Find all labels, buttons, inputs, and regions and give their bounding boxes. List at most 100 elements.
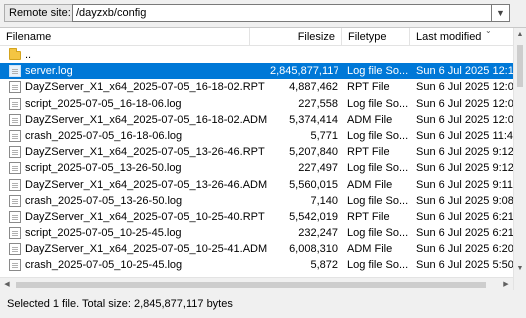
file-name-cell: crash_2025-07-05_10-25-45.log (25, 259, 183, 272)
status-text: Selected 1 file. Total size: 2,845,877,1… (7, 298, 233, 310)
remote-site-bar: Remote site: ▼ (0, 0, 526, 26)
sort-indicator-icon: ⌄ (485, 27, 492, 35)
file-icon (9, 227, 21, 240)
file-icon (9, 178, 21, 191)
column-header-last-modified[interactable]: Last modified (410, 28, 513, 46)
table-row[interactable]: DayZServer_X1_x64_2025-07-05_10-25-40.RP… (0, 209, 516, 225)
scroll-left-arrow-icon[interactable]: ◀ (0, 278, 14, 290)
table-row[interactable]: DayZServer_X1_x64_2025-07-05_13-26-46.RP… (0, 144, 516, 160)
file-type-cell: Log file So... (347, 65, 409, 78)
file-icon (9, 210, 21, 223)
file-modified-cell: Sun 6 Jul 2025 12:10:0 (416, 65, 516, 78)
table-row[interactable]: DayZServer_X1_x64_2025-07-05_16-18-02.AD… (0, 112, 516, 128)
table-row[interactable]: .. (0, 47, 513, 63)
table-row[interactable]: script_2025-07-05_10-25-45.log 232,247 Log… (0, 225, 516, 241)
file-size-cell: 2,845,877,117 (270, 65, 338, 78)
status-bar: Selected 1 file. Total size: 2,845,877,1… (0, 292, 526, 318)
column-header-filename[interactable]: Filename (0, 28, 250, 46)
file-type-cell: RPT File (347, 81, 390, 94)
file-name-cell: script_2025-07-05_10-25-45.log (25, 227, 182, 240)
file-size-cell: 6,008,310 (289, 243, 338, 256)
table-row[interactable]: server.log 2,845,877,117 Log file So... Sun… (0, 63, 516, 80)
file-type-cell: Log file So... (347, 194, 409, 207)
file-icon (9, 259, 21, 272)
table-row[interactable]: script_2025-07-05_13-26-50.log 227,497 Log… (0, 160, 516, 176)
file-icon (9, 162, 21, 175)
file-name-cell: .. (25, 49, 32, 61)
file-type-cell: Log file So... (347, 97, 409, 110)
file-modified-cell: Sun 6 Jul 2025 9:12:51 (416, 146, 516, 159)
file-name-cell: DayZServer_X1_x64_2025-07-05_10-25-40.RP… (25, 210, 265, 223)
horizontal-scrollbar[interactable]: ◀ ▶ (0, 277, 513, 290)
file-size-cell: 232,247 (298, 227, 338, 240)
file-name-cell: DayZServer_X1_x64_2025-07-05_13-26-46.RP… (25, 146, 265, 159)
file-icon (9, 243, 21, 256)
file-list-header: Filename Filesize Filetype Last modified… (0, 28, 513, 46)
file-icon (9, 129, 21, 142)
horizontal-scroll-thumb[interactable] (16, 282, 486, 288)
file-size-cell: 5,872 (310, 259, 338, 272)
column-header-last-modified-label: Last modified (416, 31, 482, 43)
file-modified-cell: Sun 6 Jul 2025 6:21:20 (416, 210, 516, 223)
file-size-cell: 5,542,019 (289, 210, 338, 223)
table-row[interactable]: DayZServer_X1_x64_2025-07-05_16-18-02.RP… (0, 79, 516, 95)
vertical-scrollbar[interactable]: ▲ ▼ (513, 28, 526, 290)
file-size-cell: 227,497 (298, 162, 338, 175)
table-row[interactable]: crash_2025-07-05_10-25-45.log 5,872 Log fi… (0, 257, 516, 273)
column-header-filesize[interactable]: Filesize (250, 28, 342, 46)
table-row[interactable]: crash_2025-07-05_16-18-06.log 5,771 Log fi… (0, 128, 516, 144)
file-size-cell: 5,374,414 (289, 113, 338, 126)
table-row[interactable]: script_2025-07-05_16-18-06.log 227,558 Log… (0, 96, 516, 112)
file-size-cell (270, 47, 338, 63)
file-type-cell: Log file So... (347, 162, 409, 175)
file-type-cell: ADM File (347, 178, 393, 191)
table-row[interactable]: crash_2025-07-05_13-26-50.log 7,140 Log fi… (0, 193, 516, 209)
vertical-scroll-thumb[interactable] (517, 45, 523, 87)
file-modified-cell: Sun 6 Jul 2025 12:07:0 (416, 81, 516, 94)
table-row[interactable]: DayZServer_X1_x64_2025-07-05_10-25-41.AD… (0, 241, 516, 257)
file-name-cell: DayZServer_X1_x64_2025-07-05_13-26-46.AD… (25, 178, 268, 191)
file-modified-cell: Sun 6 Jul 2025 11:46:3 (416, 129, 516, 142)
file-modified-cell: Sun 6 Jul 2025 12:07:0 (416, 97, 516, 110)
file-name-cell: DayZServer_X1_x64_2025-07-05_10-25-41.AD… (25, 243, 268, 256)
chevron-down-icon: ▼ (496, 8, 505, 18)
file-name-cell: DayZServer_X1_x64_2025-07-05_16-18-02.RP… (25, 81, 265, 94)
file-size-cell: 4,887,462 (289, 81, 338, 94)
file-icon (9, 81, 21, 94)
file-type-cell: RPT File (347, 210, 390, 223)
file-size-cell: 5,560,015 (289, 178, 338, 191)
file-modified-cell (416, 47, 516, 63)
remote-path-input[interactable] (72, 4, 492, 22)
column-header-filetype[interactable]: Filetype (342, 28, 410, 46)
scroll-right-arrow-icon[interactable]: ▶ (499, 278, 513, 290)
file-size-cell: 7,140 (310, 194, 338, 207)
folder-icon (9, 48, 21, 60)
file-name-cell: script_2025-07-05_13-26-50.log (25, 162, 182, 175)
file-size-cell: 227,558 (298, 97, 338, 110)
file-name-cell: crash_2025-07-05_16-18-06.log (25, 129, 183, 142)
file-type-cell (347, 47, 409, 63)
file-type-cell: Log file So... (347, 227, 409, 240)
file-type-cell: ADM File (347, 113, 393, 126)
file-icon (9, 113, 21, 126)
file-icon (9, 65, 21, 78)
file-modified-cell: Sun 6 Jul 2025 9:12:47 (416, 162, 516, 175)
file-modified-cell: Sun 6 Jul 2025 12:05:5 (416, 113, 516, 126)
scroll-up-arrow-icon[interactable]: ▲ (514, 28, 526, 42)
file-icon (9, 146, 21, 159)
file-modified-cell: Sun 6 Jul 2025 6:21:15 (416, 227, 516, 240)
remote-path-dropdown-button[interactable]: ▼ (492, 4, 510, 22)
file-icon (9, 97, 21, 110)
remote-site-label: Remote site: (4, 4, 76, 22)
file-name-cell: server.log (25, 65, 73, 78)
remote-file-list[interactable]: Filename Filesize Filetype Last modified… (0, 27, 526, 290)
file-type-cell: RPT File (347, 146, 390, 159)
table-row[interactable]: DayZServer_X1_x64_2025-07-05_13-26-46.AD… (0, 177, 516, 193)
file-name-cell: DayZServer_X1_x64_2025-07-05_16-18-02.AD… (25, 113, 268, 126)
scroll-down-arrow-icon[interactable]: ▼ (514, 262, 526, 276)
file-name-cell: script_2025-07-05_16-18-06.log (25, 97, 182, 110)
file-type-cell: Log file So... (347, 259, 409, 272)
file-size-cell: 5,207,840 (289, 146, 338, 159)
file-modified-cell: Sun 6 Jul 2025 6:20:04 (416, 243, 516, 256)
file-type-cell: Log file So... (347, 129, 409, 142)
